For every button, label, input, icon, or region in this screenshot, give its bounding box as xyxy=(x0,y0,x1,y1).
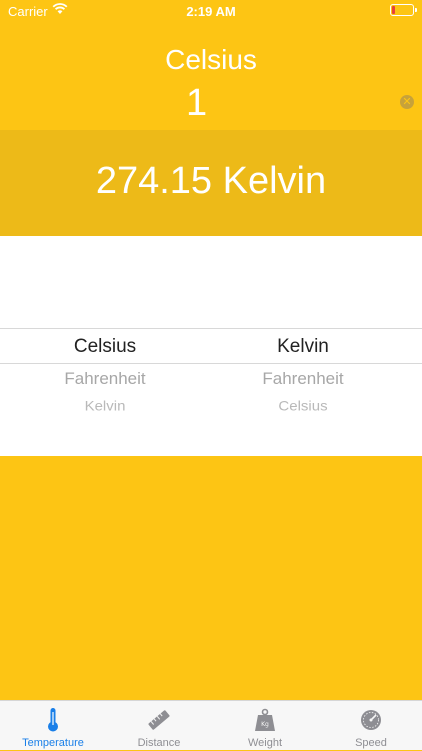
from-unit-label: Celsius xyxy=(165,44,257,75)
close-icon: ✕ xyxy=(402,96,412,108)
speedometer-icon xyxy=(361,710,381,730)
ruler-icon xyxy=(148,710,170,730)
tab-label: Weight xyxy=(247,737,283,749)
battery-icon xyxy=(390,4,417,16)
to-picker-option[interactable]: Celsius xyxy=(218,399,388,414)
tab-distance[interactable]: Distance xyxy=(106,701,212,751)
result-panel: 274.15 Kelvin xyxy=(0,130,422,236)
from-picker-option[interactable]: Kelvin xyxy=(20,399,190,414)
result-text: 274.15 Kelvin xyxy=(95,160,327,202)
status-bar: Carrier 2:19 AM xyxy=(0,0,422,22)
clear-input-button[interactable]: ✕ xyxy=(400,95,414,109)
unit-picker[interactable]: Celsius Fahrenheit Kelvin Kelvin Fahrenh… xyxy=(0,236,422,456)
svg-text:Kg: Kg xyxy=(261,721,269,728)
tab-bar: Temperature Distance Kg Weight Speed xyxy=(0,700,422,750)
to-picker-option[interactable]: Kelvin xyxy=(218,336,388,358)
tab-weight[interactable]: Kg Weight xyxy=(212,701,318,751)
to-picker-option[interactable]: Fahrenheit xyxy=(218,369,388,389)
tab-label: Distance xyxy=(137,737,181,749)
picker-selection-divider-top xyxy=(0,328,422,329)
tab-label: Temperature xyxy=(22,737,84,749)
tab-speed[interactable]: Speed xyxy=(318,701,422,751)
from-picker-option[interactable]: Fahrenheit xyxy=(20,369,190,389)
value-input[interactable]: 1 xyxy=(186,82,207,125)
thermometer-icon xyxy=(48,708,58,732)
picker-selection-divider-bottom xyxy=(0,363,422,364)
input-area[interactable]: Celsius 1 ✕ xyxy=(0,22,422,130)
tab-temperature[interactable]: Temperature xyxy=(0,701,106,751)
status-time: 2:19 AM xyxy=(186,4,236,19)
from-picker-option[interactable]: Celsius xyxy=(20,336,190,358)
tab-label: Speed xyxy=(355,737,387,749)
weight-icon: Kg xyxy=(255,708,275,731)
